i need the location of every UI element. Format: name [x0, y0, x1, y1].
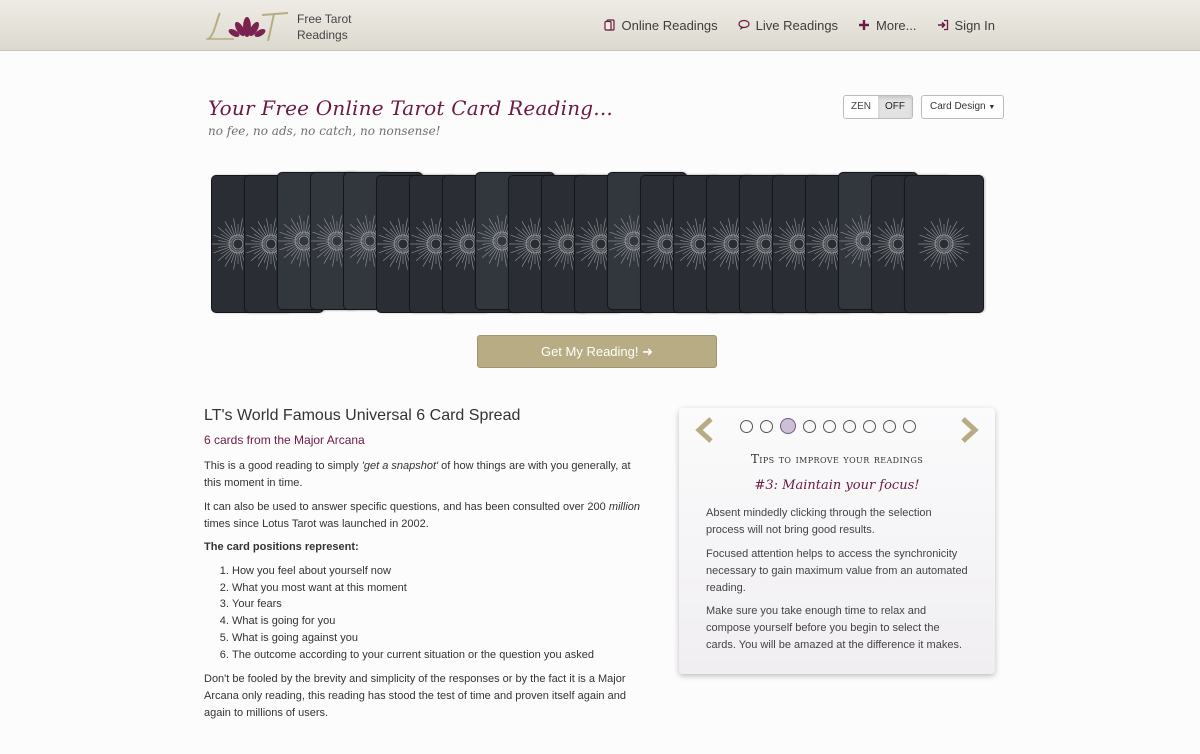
sign-in-icon [937, 19, 948, 31]
list-item: What you most want at this moment [232, 580, 594, 597]
carousel-dot[interactable] [883, 420, 896, 433]
tarot-card[interactable] [904, 175, 984, 313]
caret-down-icon: ▼ [988, 104, 996, 111]
brand-line-1: Free Tarot [297, 12, 352, 26]
cards-icon [603, 19, 615, 31]
nav-more[interactable]: More... [858, 17, 917, 33]
positions-heading: The card positions represent: [204, 541, 359, 553]
nav-live-readings[interactable]: Live Readings [738, 18, 838, 33]
reading-subtitle: 6 cards from the Major Arcana [204, 433, 365, 447]
page-subtitle: no fee, no ads, no catch, no nonsense! [208, 124, 441, 138]
reading-title: LT's World Famous Universal 6 Card Sprea… [204, 407, 521, 424]
get-reading-button[interactable]: Get My Reading! ➜ [477, 335, 717, 368]
chevron-right-icon[interactable] [959, 416, 981, 444]
tips-carousel: Tips to improve your readings #3: Mainta… [679, 408, 995, 674]
list-item: Your fears [232, 596, 594, 613]
p1-text-a: This is a good reading to simply [204, 460, 362, 472]
list-item: What is going for you [232, 613, 594, 630]
carousel-dot[interactable] [740, 420, 753, 433]
p2-text-b: times since Lotus Tarot was launched in … [204, 518, 429, 530]
zen-on-option[interactable]: ZEN [844, 96, 878, 118]
zen-off-option[interactable]: OFF [878, 96, 912, 118]
nav-more-label: More... [876, 17, 917, 33]
main-nav: Online Readings Live Readings More... Si… [603, 0, 995, 50]
reading-paragraph-3: Don't be fooled by the brevity and simpl… [204, 673, 626, 719]
nav-live-readings-label: Live Readings [755, 17, 839, 33]
positions-list: How you feel about yourself now What you… [204, 563, 594, 663]
nav-online-readings[interactable]: Online Readings [603, 17, 718, 33]
reading-paragraph-1: This is a good reading to simply 'get a … [204, 458, 644, 492]
arrow-right-icon: ➜ [642, 344, 654, 359]
card-back-pattern [918, 218, 970, 270]
tip-paragraph-1: Absent mindedly clicking through the sel… [706, 507, 932, 536]
tips-subheading: #3: Maintain your focus! [754, 478, 920, 493]
tip-paragraph-2: Focused attention helps to access the sy… [706, 548, 968, 594]
carousel-dot[interactable] [903, 420, 916, 433]
list-item: How you feel about yourself now [232, 563, 594, 580]
carousel-dot[interactable] [863, 420, 876, 433]
card-design-label: Card Design [930, 101, 986, 112]
nav-online-readings-label: Online Readings [621, 17, 718, 33]
lotus-logo[interactable] [204, 9, 290, 43]
brand-line-2: Readings [297, 28, 348, 42]
carousel-dots [740, 418, 916, 434]
brand-name[interactable]: Free Tarot Readings [297, 11, 351, 43]
top-navbar: Free Tarot Readings Online Readings Live… [0, 0, 1200, 51]
list-item: What is going against you [232, 630, 594, 647]
get-reading-label: Get My Reading! [540, 344, 639, 359]
tips-heading: Tips to improve your readings [750, 452, 924, 466]
carousel-dot[interactable] [780, 418, 796, 434]
carousel-dot[interactable] [760, 420, 773, 433]
p2-text-a: It can also be used to answer specific q… [204, 501, 609, 513]
zen-toggle[interactable]: ZEN OFF [843, 95, 913, 119]
card-design-dropdown[interactable]: Card Design ▼ [921, 95, 1005, 119]
plus-icon [859, 20, 870, 30]
carousel-dot[interactable] [803, 420, 816, 433]
reading-paragraph-2: It can also be used to answer specific q… [204, 499, 644, 533]
list-item: The outcome according to your current si… [232, 647, 594, 664]
page-title: Your Free Online Tarot Card Reading... [208, 96, 613, 120]
carousel-dot[interactable] [823, 420, 836, 433]
p1-emphasis: 'get a snapshot' [361, 460, 439, 472]
carousel-dot[interactable] [843, 420, 856, 433]
p2-emphasis: million [608, 501, 641, 513]
nav-sign-in-label: Sign In [954, 17, 995, 33]
nav-sign-in[interactable]: Sign In [937, 18, 995, 33]
chevron-left-icon[interactable] [693, 416, 715, 444]
tip-paragraph-3: Make sure you take enough time to relax … [706, 605, 962, 651]
chat-icon [738, 19, 750, 30]
